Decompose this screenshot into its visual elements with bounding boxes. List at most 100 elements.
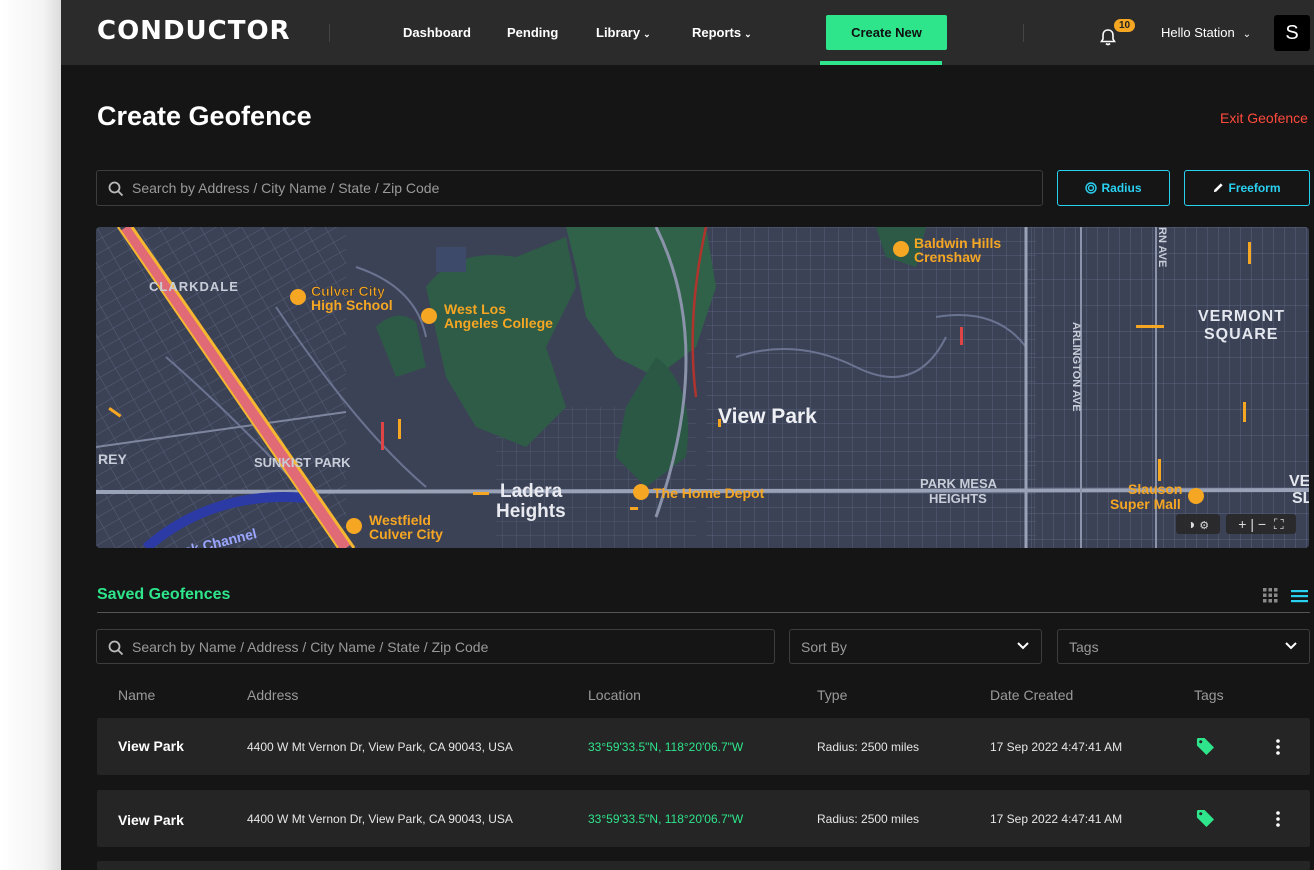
store-poi-icon[interactable] [633,484,649,500]
nav-divider [329,24,330,42]
address-search-input[interactable]: Search by Address / City Name / State / … [96,170,1043,206]
map-label-slauson-1: Slauson [1128,481,1182,497]
greeting-label: Hello Station [1161,25,1235,40]
chevron-down-icon [1285,642,1297,650]
radius-icon [1085,182,1098,194]
map-label-culver-high-2: High School [311,297,393,313]
map-label-park-mesa-2: HEIGHTS [929,491,987,506]
mall-poi-icon[interactable] [1188,488,1204,504]
sort-by-select[interactable]: Sort By [789,629,1042,664]
radius-button[interactable]: Radius [1057,170,1170,206]
zoom-in-icon[interactable]: + [1238,516,1246,532]
geofence-search-input[interactable]: Search by Name / Address / City Name / S… [96,629,775,664]
map-canvas[interactable]: CLARKDALE Culver City High School West L… [96,227,1309,548]
logo[interactable]: CONDUCTOR [97,16,291,46]
row-location[interactable]: 33°59'33.5"N, 118°20'06.7"W [588,740,743,754]
more-options-icon[interactable] [1275,810,1281,828]
list-view-icon[interactable] [1291,589,1308,603]
column-header-date[interactable]: Date Created [990,687,1073,703]
table-row[interactable] [97,861,1310,870]
pencil-icon [1214,183,1224,193]
active-tab-indicator [820,61,942,65]
college-poi-icon[interactable] [421,308,437,324]
school-poi-icon[interactable] [290,289,306,305]
exit-geofence-link[interactable]: Exit Geofence [1220,110,1308,126]
map-label-baldwin-2: Crenshaw [914,249,981,265]
freeform-button[interactable]: Freeform [1184,170,1310,206]
left-backdrop [0,0,61,870]
gear-icon: ⚙ [1199,520,1210,532]
row-name: View Park [118,738,184,754]
notification-badge: 10 [1114,19,1136,32]
column-header-address[interactable]: Address [247,687,298,703]
map-label-view-park: View Park [718,405,817,428]
map-theme-toggle[interactable]: ◑ ⚙ [1176,514,1220,534]
saved-geofences-title: Saved Geofences [97,586,231,603]
top-navbar: CONDUCTOR Dashboard Pending Library ⌄ Rep… [61,0,1314,65]
nav-divider [1023,24,1024,42]
avatar[interactable]: S [1274,15,1310,51]
nav-dashboard[interactable]: Dashboard [403,25,471,40]
map-label-slauson-2: Super Mall [1110,496,1181,512]
sort-by-label: Sort By [801,639,847,655]
geofence-map[interactable]: CLARKDALE Culver City High School West L… [96,227,1309,548]
table-row[interactable]: View Park 4400 W Mt Vernon Dr, View Park… [97,718,1310,775]
map-label-rey: REY [98,451,127,467]
tags-select[interactable]: Tags [1057,629,1310,664]
row-address: 4400 W Mt Vernon Dr, View Park, CA 90043… [247,740,513,754]
column-header-location[interactable]: Location [588,687,641,703]
map-label-ve: VE [1289,473,1309,490]
map-label-westfield-2: Culver City [369,526,443,542]
search-placeholder: Search by Name / Address / City Name / S… [132,639,489,655]
column-header-type[interactable]: Type [817,687,847,703]
map-label-arlington: ARLINGTON AVE [1070,322,1082,412]
nav-library-label: Library [596,25,641,40]
row-type: Radius: 2500 miles [817,812,920,826]
user-menu[interactable]: Hello Station ⌄ [1161,25,1251,40]
nav-reports[interactable]: Reports ⌄ [692,25,752,40]
map-label-sunkist: SUNKIST PARK [254,455,351,470]
fullscreen-icon[interactable]: ⛶ [1274,516,1284,532]
nav-library[interactable]: Library ⌄ [596,25,651,40]
row-date: 17 Sep 2022 4:47:41 AM [990,740,1123,754]
row-date: 17 Sep 2022 4:47:41 AM [990,812,1123,826]
row-location[interactable]: 33°59'33.5"N, 118°20'06.7"W [588,812,743,826]
westfield-poi-icon[interactable] [346,518,362,534]
create-new-button[interactable]: Create New [826,15,947,50]
radius-label: Radius [1101,181,1142,195]
chevron-down-icon: ⌄ [1242,29,1252,40]
tag-icon[interactable] [1196,809,1215,828]
map-label-clarkdale: CLARKDALE [149,279,239,294]
app-window: CONDUCTOR Dashboard Pending Library ⌄ Rep… [61,0,1314,870]
nav-reports-label: Reports [692,25,742,40]
grid-view-icon[interactable] [1263,588,1278,603]
map-label-rn-ave: RN AVE [1156,227,1168,267]
map-label-ladera-1: Ladera [500,481,563,502]
page-title: Create Geofence [97,101,312,131]
row-type: Radius: 2500 miles [817,740,920,754]
shopping-poi-icon[interactable] [893,241,909,257]
map-label-vermont-2: SQUARE [1204,326,1278,343]
column-header-name[interactable]: Name [118,687,155,703]
tags-label: Tags [1069,639,1099,655]
chevron-down-icon: ⌄ [643,29,651,39]
map-label-ladera-2: Heights [496,501,566,522]
map-label-vermont-1: VERMONT [1198,308,1285,325]
more-options-icon[interactable] [1275,738,1281,756]
table-row[interactable]: View Park 4400 W Mt Vernon Dr, View Park… [97,790,1310,847]
search-icon [108,181,124,197]
chevron-down-icon: ⌄ [744,29,752,39]
section-divider [97,612,1310,613]
row-address: 4400 W Mt Vernon Dr, View Park, CA 90043… [247,812,513,826]
map-label-home-depot: The Home Depot [653,485,765,501]
map-label-park-mesa-1: PARK MESA [920,476,998,491]
row-name: View Park [118,812,184,828]
nav-pending[interactable]: Pending [507,25,558,40]
search-placeholder: Search by Address / City Name / State / … [132,180,440,196]
chevron-down-icon [1017,642,1029,650]
moon-icon: ◑ [1186,516,1196,532]
map-label-wla-2: Angeles College [444,315,553,331]
tag-icon[interactable] [1196,737,1215,756]
map-zoom-controls[interactable]: + | − ⛶ [1226,514,1296,534]
zoom-out-icon[interactable]: − [1258,516,1266,532]
